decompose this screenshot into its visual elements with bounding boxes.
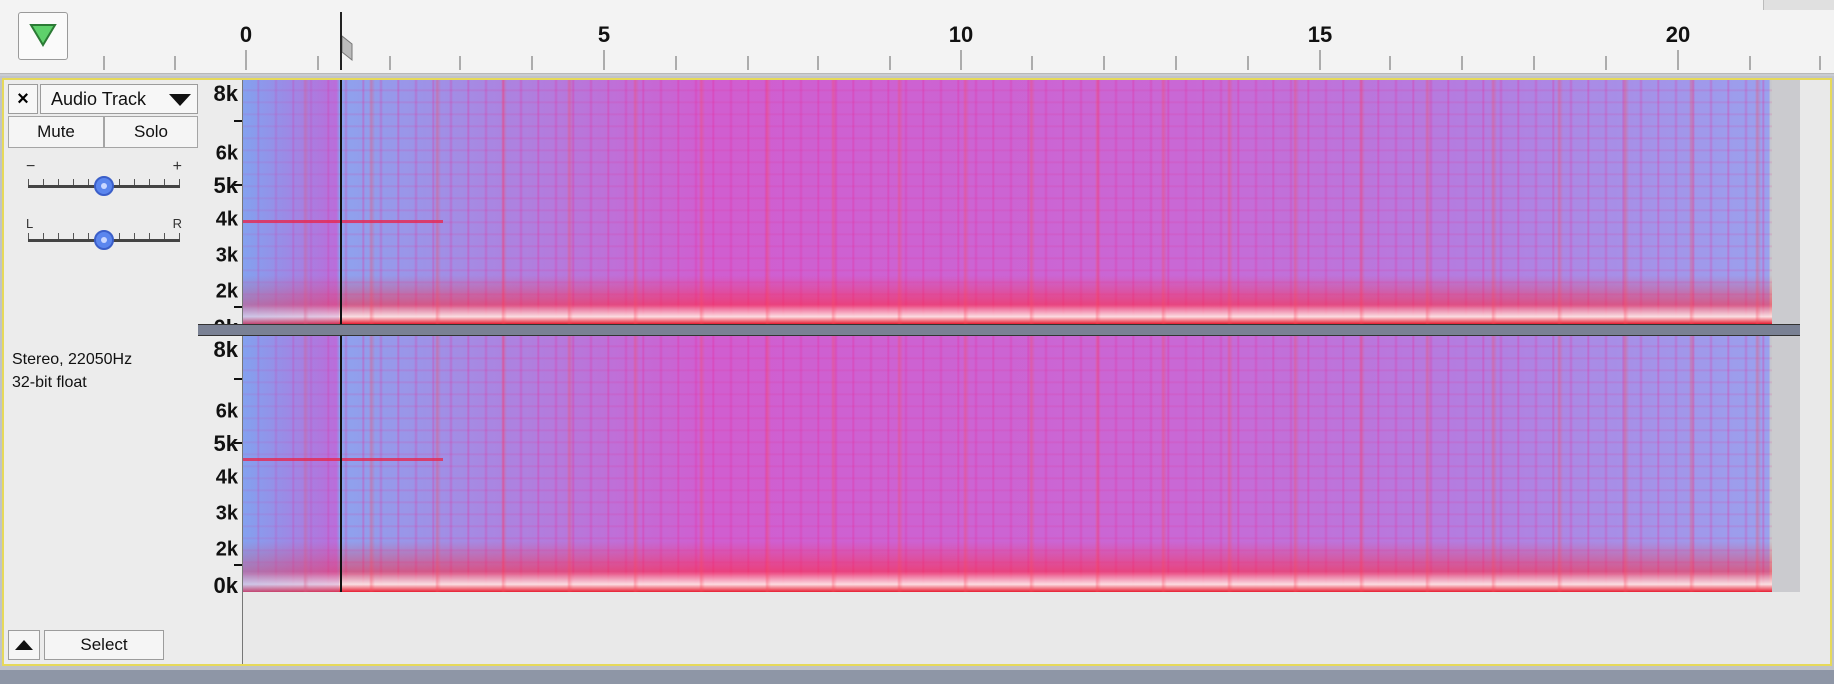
tick-label: 20: [1665, 22, 1691, 47]
ruler-ticks: [103, 34, 1821, 70]
collapse-track-button[interactable]: [8, 630, 40, 660]
track-format-line: Stereo, 22050Hz: [12, 351, 133, 368]
spectrogram-lead-region: [243, 336, 339, 592]
dropdown-arrow-icon: [169, 94, 191, 106]
pan-knob[interactable]: [94, 230, 114, 250]
track-name-label: Audio Track: [51, 89, 147, 109]
tick-label: 5: [597, 22, 611, 47]
frequency-ruler-bottom: 8k 6k 5k 4k 3k 2k 0k: [198, 336, 243, 664]
pan-slider[interactable]: L R: [24, 216, 184, 256]
freq-label: 5k: [213, 431, 238, 456]
freq-label: 6k: [215, 400, 238, 423]
mute-button[interactable]: Mute: [8, 116, 104, 148]
audio-track: × Audio Track Mute Solo − + L R Stereo, …: [0, 76, 1834, 670]
freq-label: 3k: [215, 244, 238, 267]
tick-label: 0: [239, 22, 253, 47]
freq-label: 8k: [213, 337, 238, 362]
freq-label: 5k: [213, 173, 238, 198]
freq-label: 6k: [215, 142, 238, 165]
ruler-scroll-edge: [1763, 0, 1834, 10]
pan-right-label: R: [172, 216, 182, 231]
spectrogram-channel-2[interactable]: [243, 336, 1800, 592]
spectrogram-tone-line: [243, 458, 443, 461]
play-position-line[interactable]: [340, 12, 342, 70]
freq-label: 2k: [215, 538, 238, 561]
freq-label: 4k: [215, 208, 238, 231]
solo-button[interactable]: Solo: [104, 116, 198, 148]
spectrogram-lead-region: [243, 80, 339, 324]
bottom-scrollbar[interactable]: [0, 670, 1834, 684]
track-control-panel: × Audio Track Mute Solo − + L R Stereo, …: [4, 80, 199, 664]
tick-label: 10: [948, 22, 974, 47]
spectrogram-channel-1[interactable]: [243, 80, 1800, 324]
track-format-info: Stereo, 22050Hz 32-bit float: [12, 348, 132, 394]
timeline-ruler[interactable]: 0 5 10 15 20: [0, 0, 1834, 74]
pan-left-label: L: [26, 216, 34, 231]
freq-label: 8k: [213, 81, 238, 106]
spectrogram-end-region: [1772, 336, 1800, 592]
gain-slider[interactable]: − +: [24, 158, 184, 202]
frequency-ruler-top: 8k 6k 5k 4k 3k 2k 0k: [198, 80, 243, 340]
freq-label: 4k: [215, 466, 238, 489]
play-head-marker: [341, 34, 353, 62]
gain-knob[interactable]: [94, 176, 114, 196]
spectrogram-end-region: [1772, 80, 1800, 324]
tick-label: 15: [1307, 22, 1333, 47]
freq-label: 3k: [215, 502, 238, 525]
track-sample-format: 32-bit float: [12, 374, 87, 391]
freq-label: 0k: [213, 573, 238, 598]
select-track-button[interactable]: Select: [44, 630, 164, 660]
edit-cursor: [340, 80, 342, 324]
channel-separator[interactable]: [198, 324, 1800, 336]
spectrogram-tone-line: [243, 220, 443, 223]
gain-minus-label: −: [26, 158, 36, 175]
gain-plus-label: +: [172, 158, 182, 175]
track-name-menu[interactable]: Audio Track: [40, 84, 198, 114]
edit-cursor: [340, 336, 342, 592]
freq-label: 2k: [215, 280, 238, 303]
close-track-button[interactable]: ×: [8, 84, 38, 114]
